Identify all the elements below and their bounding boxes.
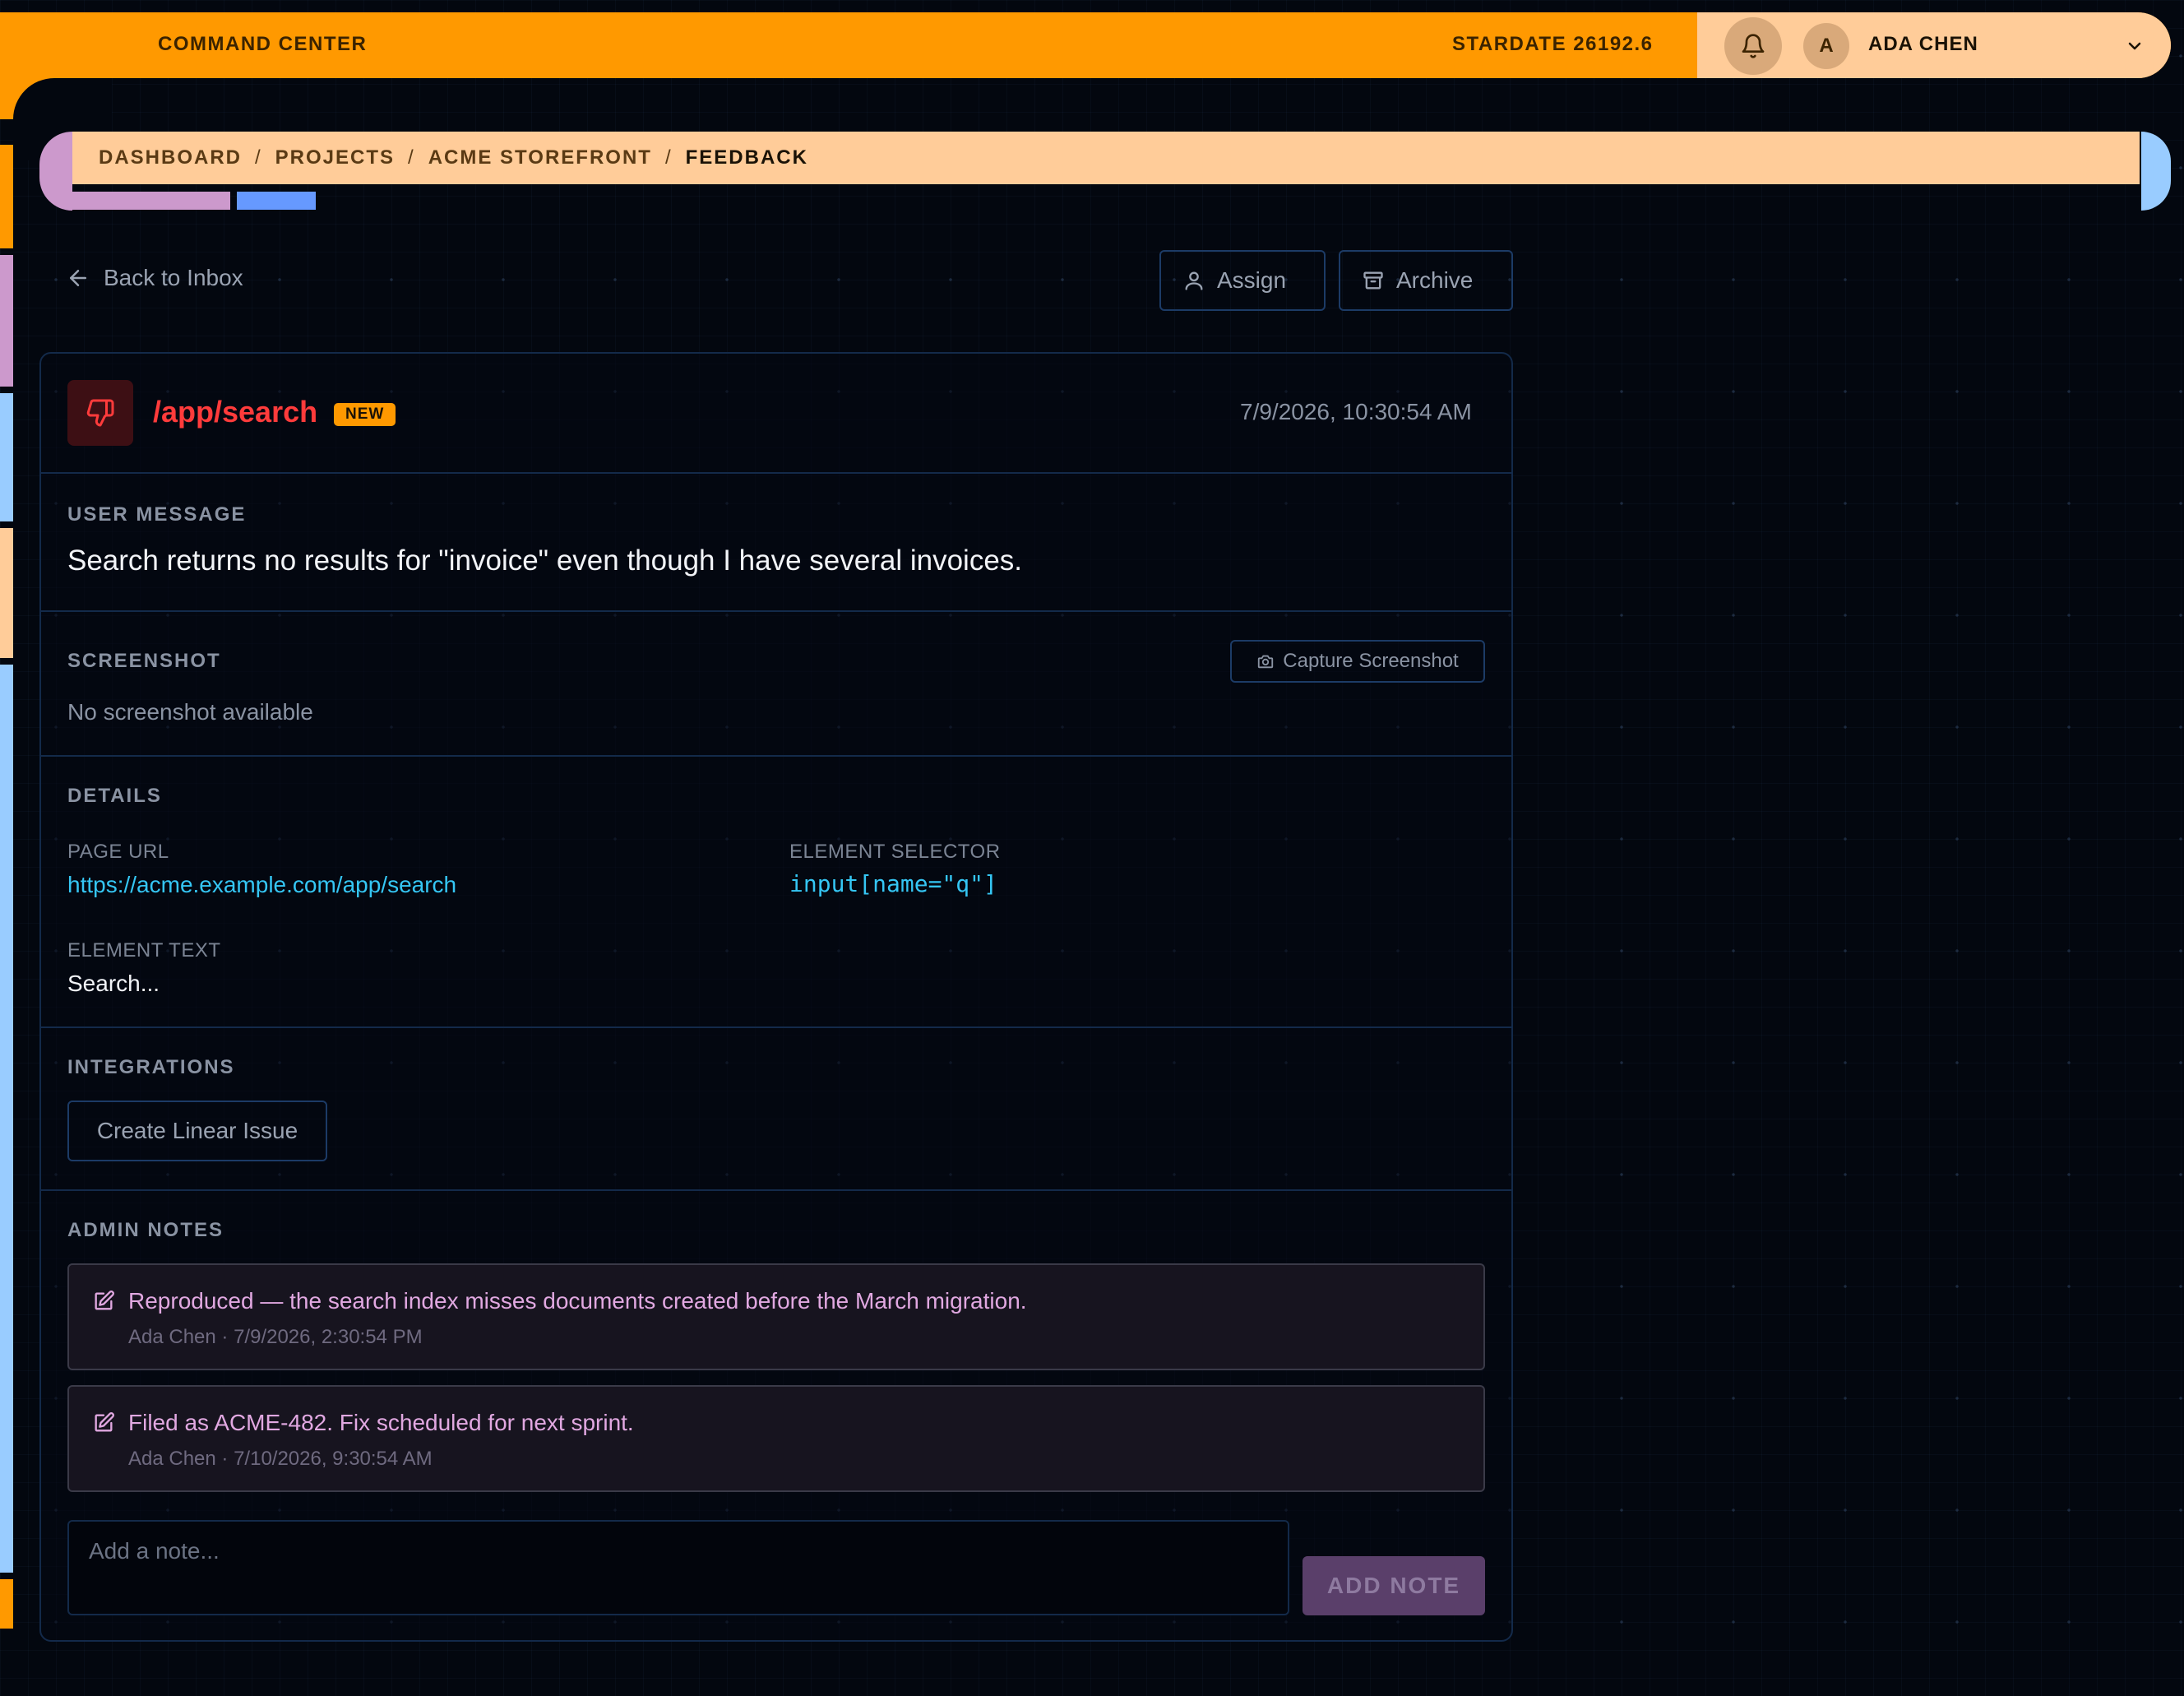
back-to-inbox-link[interactable]: Back to Inbox [66, 265, 243, 291]
section-divider [39, 1026, 1513, 1028]
arrow-left-icon [70, 270, 86, 286]
bell-icon [1742, 34, 1765, 58]
camera-icon [1258, 655, 1274, 669]
rail-segment [0, 528, 13, 658]
stardate: STARDATE 26192.6 [1452, 33, 1654, 55]
user-name[interactable]: ADA CHEN [1868, 33, 1978, 56]
feedback-type-badge [67, 380, 133, 446]
details-label: DETAILS [67, 785, 162, 807]
section-divider [39, 472, 1513, 474]
archive-icon [1363, 271, 1383, 290]
avatar[interactable]: A [1803, 23, 1849, 69]
breadcrumb-item-current: FEEDBACK [685, 146, 808, 169]
add-note-button[interactable]: ADD NOTE [1303, 1556, 1485, 1615]
capture-screenshot-label: Capture Screenshot [1283, 650, 1459, 672]
edit-note-icon [95, 1412, 114, 1432]
archive-button[interactable]: Archive [1339, 250, 1513, 311]
note-meta: Ada Chen · 7/9/2026, 2:30:54 PM [128, 1326, 423, 1348]
rail-segment [0, 665, 13, 1573]
note-item: Filed as ACME-482. Fix scheduled for nex… [67, 1385, 1485, 1492]
user-message-label: USER MESSAGE [67, 503, 247, 526]
feedback-timestamp: 7/9/2026, 10:30:54 AM [1240, 399, 1472, 424]
notifications-button[interactable] [1724, 17, 1782, 75]
page-url-link[interactable]: https://acme.example.com/app/search [67, 872, 456, 898]
element-text-value: Search... [67, 971, 160, 996]
user-icon [1185, 271, 1203, 290]
edit-note-icon [95, 1291, 114, 1310]
element-text-label: ELEMENT TEXT [67, 939, 221, 962]
section-divider [39, 610, 1513, 612]
rail-segment [0, 393, 13, 521]
breadcrumb-accent [72, 192, 230, 210]
screenshot-empty-text: No screenshot available [67, 699, 313, 725]
element-selector-value: input[name="q"] [789, 870, 997, 897]
breadcrumb-item-projects[interactable]: PROJECTS [275, 146, 395, 169]
assign-button[interactable]: Assign [1159, 250, 1326, 311]
note-meta: Ada Chen · 7/10/2026, 9:30:54 AM [128, 1448, 433, 1470]
status-badge: NEW [334, 403, 396, 426]
user-message: Search returns no results for "invoice" … [67, 544, 1023, 577]
app-title: COMMAND CENTER [158, 33, 368, 55]
rail-segment [0, 145, 13, 248]
section-divider [39, 1189, 1513, 1191]
rail-segment [0, 1579, 13, 1629]
breadcrumb-separator: / [255, 146, 262, 169]
archive-label: Archive [1396, 267, 1474, 293]
admin-notes-label: ADMIN NOTES [67, 1219, 224, 1241]
screenshot-label: SCREENSHOT [67, 650, 221, 672]
create-linear-issue-button[interactable]: Create Linear Issue [67, 1101, 327, 1161]
section-divider [39, 755, 1513, 757]
rail-segment [0, 255, 13, 387]
capture-screenshot-button[interactable]: Capture Screenshot [1230, 640, 1485, 683]
element-selector-label: ELEMENT SELECTOR [789, 841, 1001, 863]
breadcrumb-item-project[interactable]: ACME STOREFRONT [428, 146, 652, 169]
back-label: Back to Inbox [104, 265, 243, 290]
breadcrumb-accent [237, 192, 316, 210]
assign-label: Assign [1217, 267, 1287, 293]
breadcrumb: DASHBOARD / PROJECTS / ACME STOREFRONT /… [72, 132, 2140, 184]
note-item: Reproduced — the search index misses doc… [67, 1263, 1485, 1370]
add-note-input[interactable] [67, 1520, 1289, 1615]
integrations-label: INTEGRATIONS [67, 1056, 235, 1078]
note-text: Reproduced — the search index misses doc… [128, 1288, 1027, 1314]
breadcrumb-item-dashboard[interactable]: DASHBOARD [99, 146, 242, 169]
note-text: Filed as ACME-482. Fix scheduled for nex… [128, 1410, 634, 1435]
page-url-label: PAGE URL [67, 841, 169, 863]
feedback-path: /app/search [153, 395, 318, 429]
breadcrumb-separator: / [664, 146, 673, 169]
thumbs-down-icon [86, 399, 114, 427]
chevron-down-icon[interactable] [2125, 36, 2145, 56]
breadcrumb-separator: / [408, 146, 415, 169]
